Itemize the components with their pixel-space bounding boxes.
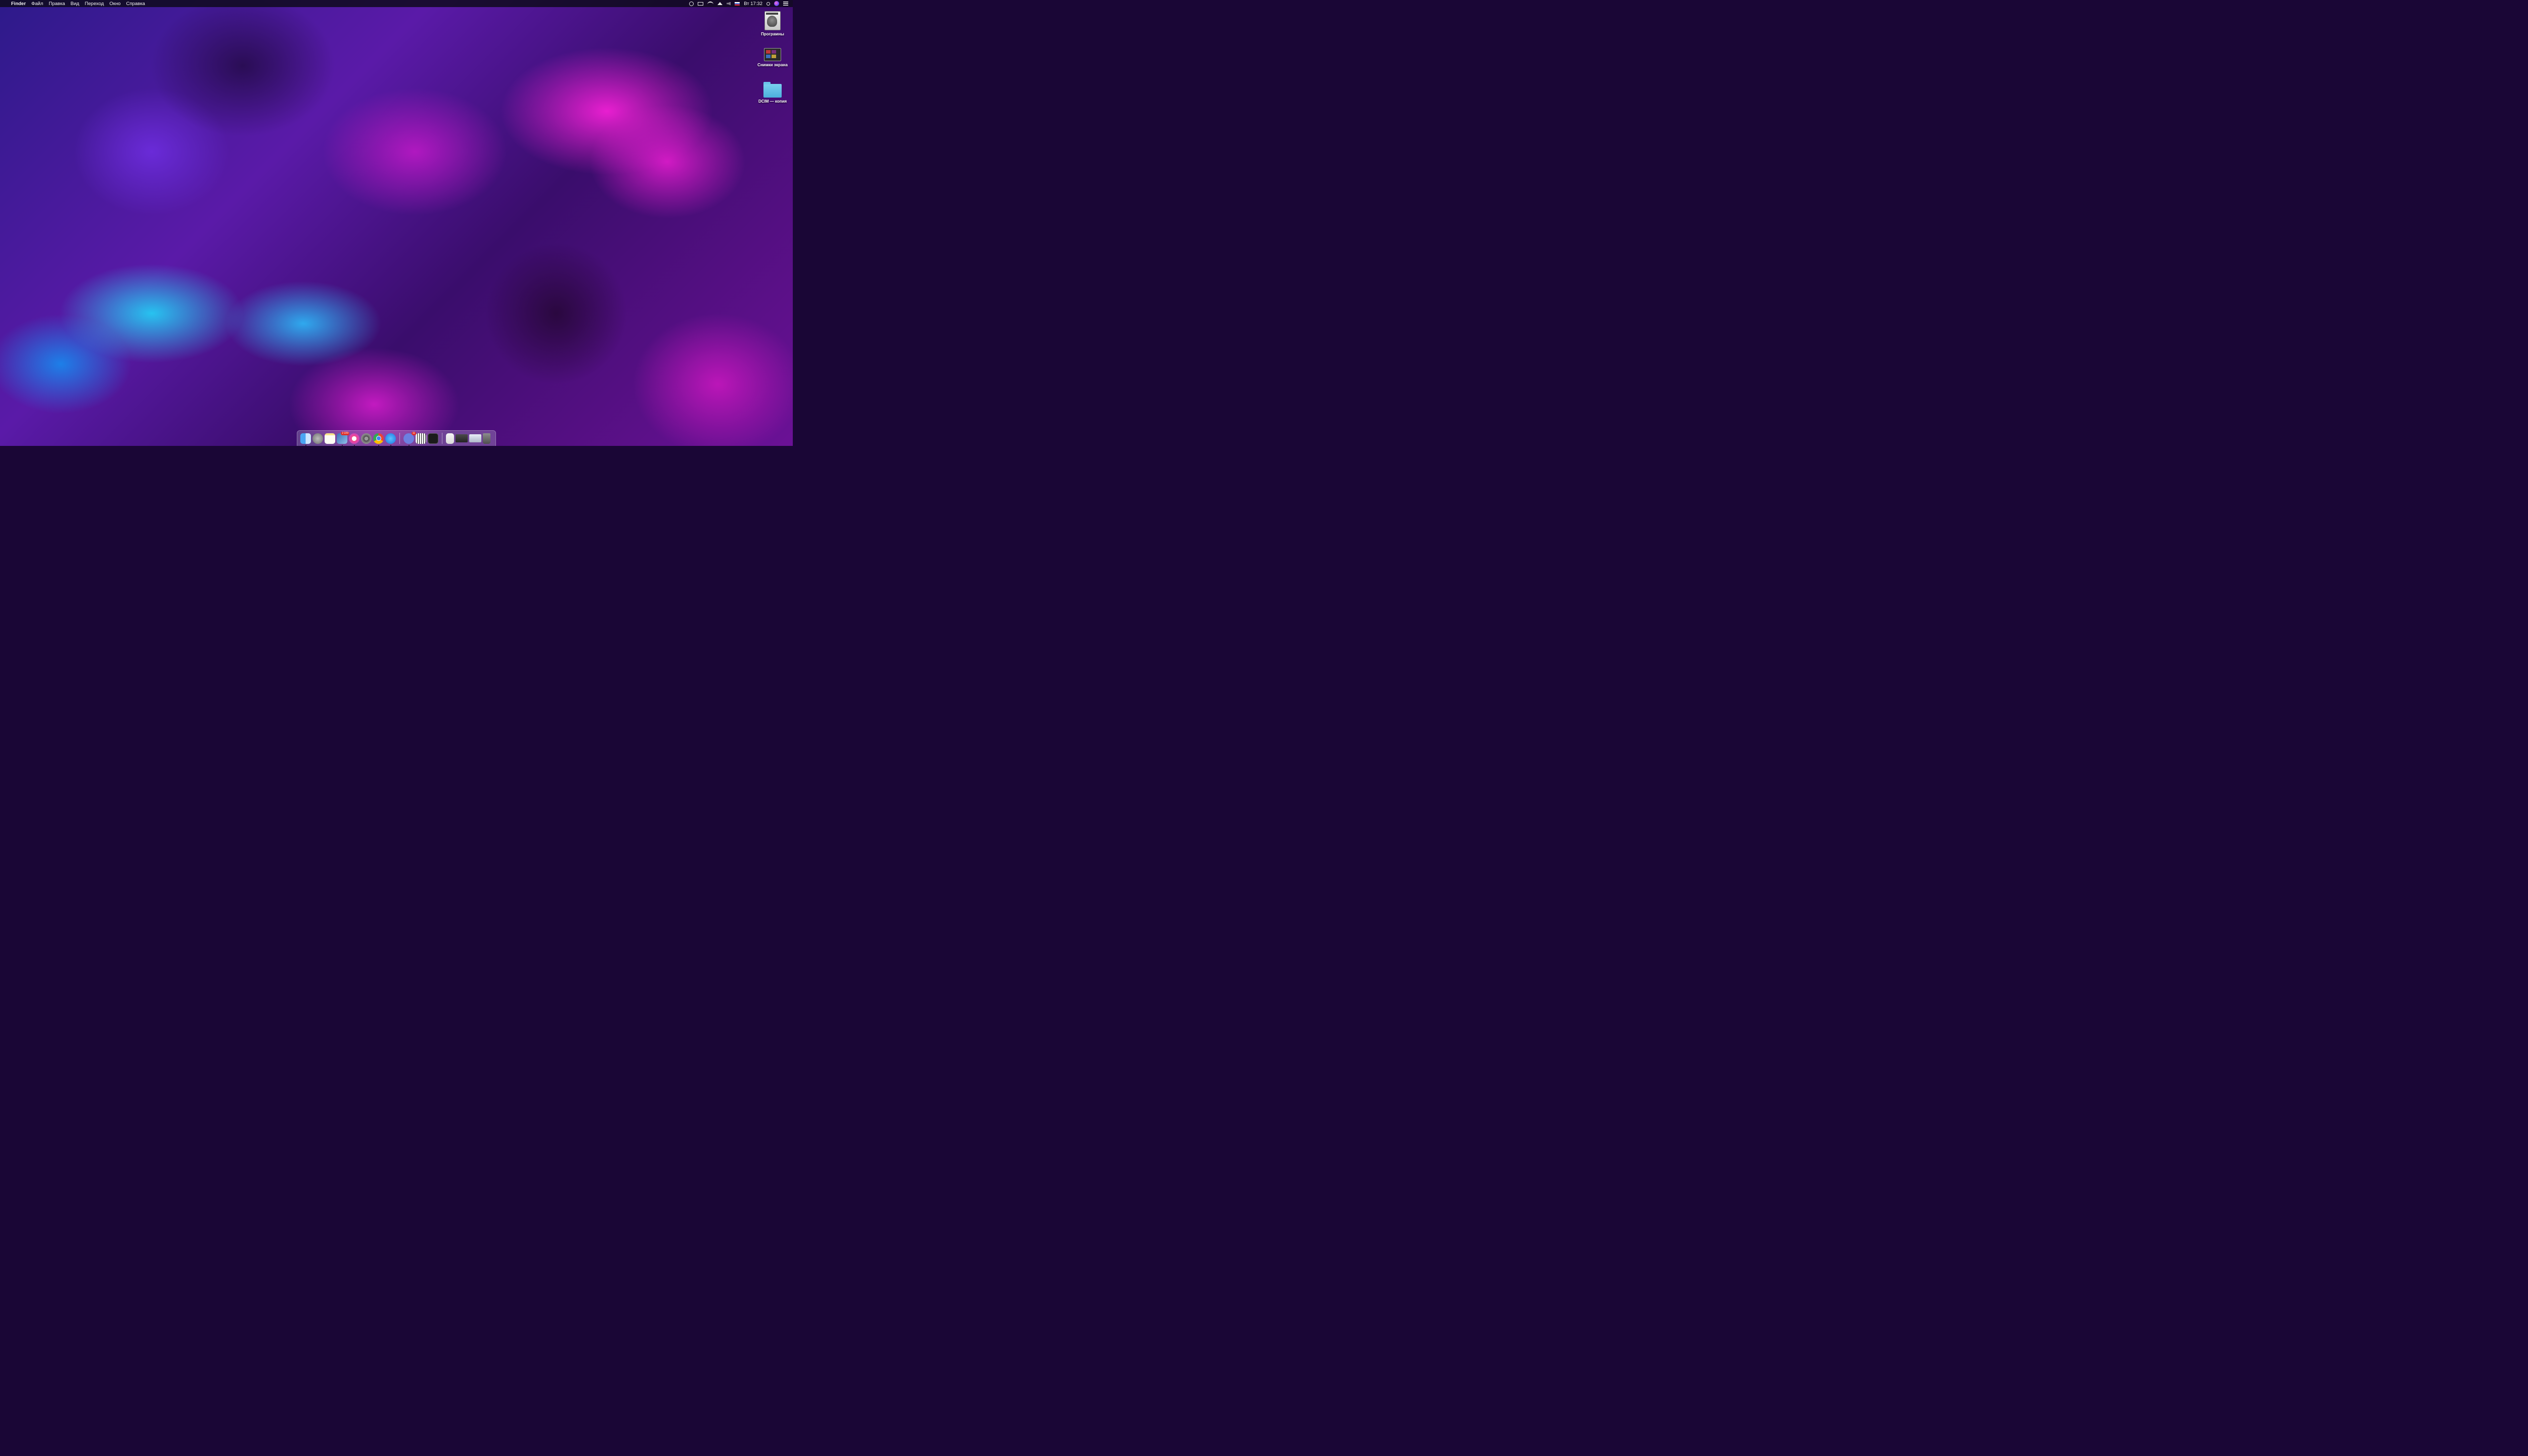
dock-badge: 2 229 bbox=[341, 431, 349, 435]
running-indicator bbox=[353, 444, 355, 446]
dock-app-store-icon[interactable] bbox=[385, 433, 396, 446]
dock-mail-attachments-icon[interactable] bbox=[469, 434, 481, 442]
dock-activity-monitor-icon[interactable] bbox=[428, 433, 438, 444]
eject-icon[interactable] bbox=[717, 2, 723, 5]
user-icon[interactable] bbox=[689, 1, 694, 6]
image-file-icon bbox=[764, 11, 781, 30]
running-indicator bbox=[341, 444, 343, 446]
flag-ru-icon[interactable] bbox=[735, 2, 740, 6]
running-indicator bbox=[305, 444, 306, 446]
screenshot-folder-icon bbox=[764, 48, 781, 61]
desktop-icon-label: Програмны bbox=[761, 32, 784, 36]
dock-launchpad-icon[interactable] bbox=[312, 433, 323, 444]
desktop-icon-programs[interactable]: Програмны bbox=[753, 11, 792, 36]
menu-app-name[interactable]: Finder bbox=[11, 1, 26, 7]
notification-center-icon[interactable] bbox=[783, 2, 788, 6]
menu-window[interactable]: Окно bbox=[109, 1, 120, 7]
desktop-icon-label: Снимки экрана bbox=[757, 63, 788, 67]
dock-trash-icon[interactable] bbox=[483, 433, 490, 444]
menubar-clock[interactable]: Вт 17:32 bbox=[744, 1, 762, 7]
dock-piano-icon[interactable] bbox=[416, 433, 426, 444]
dock: 2 229 11 bbox=[297, 430, 496, 446]
menu-edit[interactable]: Правка bbox=[49, 1, 65, 7]
search-icon[interactable] bbox=[766, 2, 770, 6]
menu-file[interactable]: Файл bbox=[31, 1, 43, 7]
dock-chrome-icon[interactable] bbox=[373, 433, 384, 446]
dock-separator bbox=[399, 433, 400, 444]
folder-icon bbox=[763, 82, 782, 98]
wifi-icon[interactable] bbox=[707, 2, 714, 6]
running-indicator bbox=[408, 444, 410, 446]
menubar: Finder Файл Правка Вид Переход Окно Спра… bbox=[0, 0, 793, 7]
dock-document-icon[interactable] bbox=[446, 433, 454, 444]
dock-preview-icon[interactable]: 2 229 bbox=[337, 431, 349, 446]
display-icon[interactable] bbox=[698, 2, 704, 6]
desktop-icon-label: DCIM — копия bbox=[758, 99, 787, 104]
dock-discord-icon[interactable]: 11 bbox=[403, 431, 416, 446]
desktop-icon-screenshots[interactable]: Снимки экрана bbox=[753, 48, 792, 67]
dock-screenshot-stack-icon[interactable] bbox=[456, 434, 468, 442]
menu-help[interactable]: Справка bbox=[126, 1, 145, 7]
menu-view[interactable]: Вид bbox=[70, 1, 79, 7]
menu-go[interactable]: Переход bbox=[85, 1, 104, 7]
siri-icon[interactable] bbox=[774, 1, 779, 6]
dock-finder-icon[interactable] bbox=[300, 433, 311, 446]
volume-icon[interactable] bbox=[727, 2, 731, 6]
dock-system-preferences-icon[interactable] bbox=[361, 433, 372, 444]
running-indicator bbox=[390, 444, 391, 446]
desktop-icon-dcim-copy[interactable]: DCIM — копия bbox=[753, 82, 792, 104]
dock-notes-icon[interactable] bbox=[325, 433, 335, 444]
dock-itunes-icon[interactable] bbox=[349, 433, 359, 446]
desktop-wallpaper bbox=[0, 0, 793, 446]
running-indicator bbox=[378, 444, 379, 446]
